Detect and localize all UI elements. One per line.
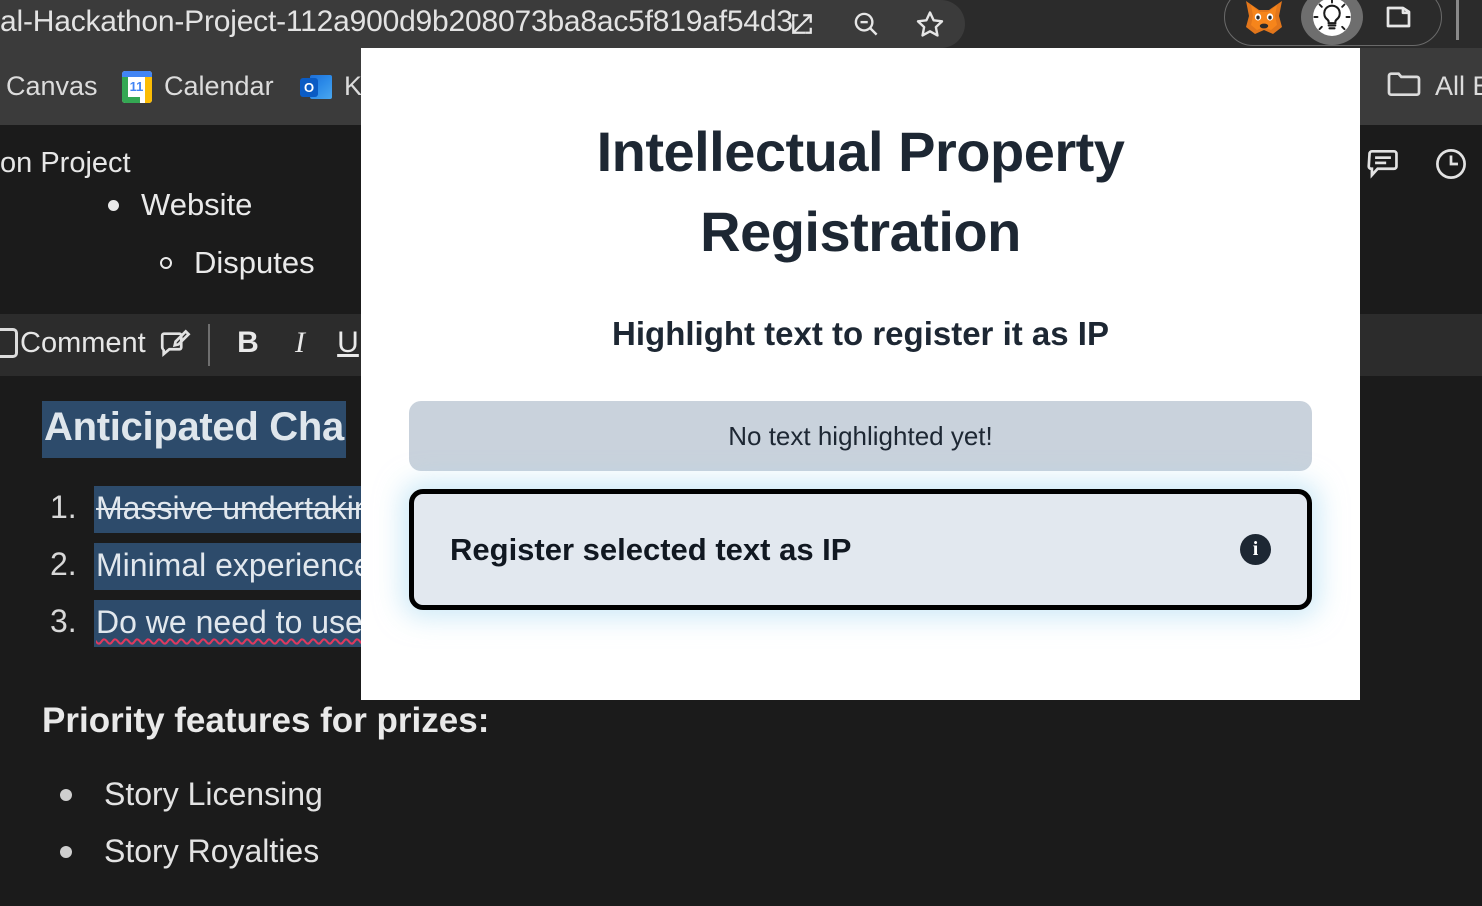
outlook-icon: O <box>300 71 332 103</box>
modal-title: Intellectual Property Registration <box>596 120 1125 263</box>
bullet-icon <box>60 788 72 801</box>
folder-icon <box>1385 68 1423 105</box>
google-calendar-icon: 11 <box>122 70 152 103</box>
outline-item-label: Website <box>141 187 253 222</box>
metamask-fox-icon[interactable] <box>1233 0 1295 45</box>
highlight-status-text: No text highlighted yet! <box>728 420 993 451</box>
list-item: Story Licensing <box>60 766 323 823</box>
zoom-out-icon[interactable] <box>849 7 883 41</box>
comment-edit-icon[interactable] <box>155 326 195 364</box>
bookmark-star-icon[interactable] <box>913 7 947 41</box>
calendar-day-number: 11 <box>128 76 145 97</box>
bookmark-label: K <box>344 71 363 101</box>
outline-item-disputes[interactable]: Disputes <box>160 245 315 281</box>
outline-item-label: Disputes <box>194 245 315 280</box>
priority-features-list: Story Licensing Story Royalties <box>60 766 323 880</box>
modal-subtitle: Highlight text to register it as IP <box>612 315 1109 353</box>
comments-panel-icon[interactable] <box>1364 145 1402 188</box>
bookmark-label: Canvas <box>6 71 98 101</box>
list-item-label: Story Licensing <box>104 776 323 812</box>
document-heading: Anticipated Cha <box>42 401 346 458</box>
list-item: Story Royalties <box>60 823 323 880</box>
bookmark-label: Calendar <box>164 71 274 101</box>
breadcrumb: on Project <box>0 147 131 179</box>
bookmark-calendar[interactable]: 11 Calendar <box>122 70 274 103</box>
list-item-number: 2. <box>50 546 77 582</box>
version-history-clock-icon[interactable] <box>1432 145 1470 188</box>
browser-url-bar: al-Hackathon-Project-112a900d9b208073ba8… <box>0 0 1482 48</box>
info-icon[interactable]: i <box>1240 534 1271 566</box>
list-item-text: Do we need to use L <box>94 600 392 647</box>
priority-features-heading: Priority features for prizes: <box>42 701 490 740</box>
bookmark-canvas[interactable]: Canvas <box>6 71 98 102</box>
open-in-new-icon[interactable] <box>785 7 819 41</box>
bookmark-outlook[interactable]: O K <box>300 71 362 103</box>
list-item-label: Story Royalties <box>104 833 320 869</box>
extension-puzzle-icon[interactable] <box>1369 0 1431 45</box>
register-ip-button-label: Register selected text as IP <box>450 531 852 567</box>
extensions-pill <box>1224 0 1442 46</box>
bullet-hollow-icon <box>160 257 172 269</box>
bold-button[interactable]: B <box>228 326 268 360</box>
register-ip-button[interactable]: Register selected text as IP i <box>409 489 1312 611</box>
toolbar-divider <box>1456 0 1459 40</box>
all-bookmarks-button[interactable]: All B <box>1385 68 1482 105</box>
url-text[interactable]: al-Hackathon-Project-112a900d9b208073ba8… <box>0 0 793 48</box>
lightbulb-icon[interactable] <box>1301 0 1363 45</box>
comment-button-label[interactable]: Comment <box>20 327 146 360</box>
list-item-text: Minimal experience v <box>94 543 399 590</box>
ip-registration-modal: Intellectual Property Registration Highl… <box>361 48 1360 700</box>
comment-icon[interactable] <box>0 328 18 358</box>
all-bookmarks-label: All B <box>1435 71 1482 101</box>
italic-button[interactable]: I <box>280 326 320 360</box>
list-item-number: 3. <box>50 603 77 639</box>
list-item-number: 1. <box>50 489 77 525</box>
highlight-status-box: No text highlighted yet! <box>409 401 1312 472</box>
toolbar-divider <box>208 324 210 366</box>
document-right-icons <box>1364 145 1470 188</box>
outline-item-website[interactable]: Website <box>108 187 252 223</box>
bullet-filled-icon <box>108 199 119 211</box>
bullet-icon <box>60 845 72 858</box>
list-item-text: Massive undertaking <box>94 486 392 533</box>
